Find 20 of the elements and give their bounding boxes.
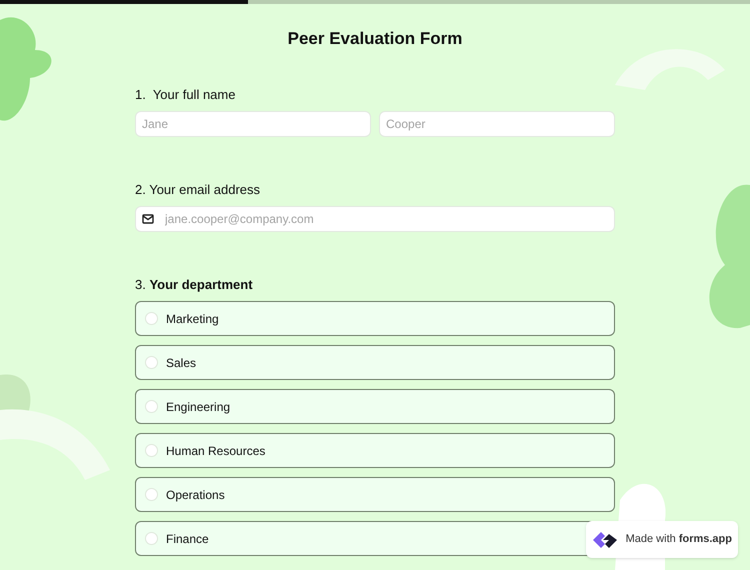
option-button[interactable]: Marketing (135, 301, 615, 336)
radio-icon (145, 312, 158, 325)
option-button[interactable]: Engineering (135, 389, 615, 424)
radio-icon (145, 400, 158, 413)
branding-toast[interactable]: Made with forms.app (586, 521, 738, 558)
form-title: Peer Evaluation Form (286, 28, 464, 50)
radio-icon (145, 488, 158, 501)
option-button[interactable]: Sales (135, 345, 615, 380)
text-field[interactable]: Jane (135, 111, 371, 137)
radio-icon (145, 444, 158, 457)
mail-icon (142, 214, 154, 224)
question-label: 3. Your department (135, 276, 254, 293)
option-button[interactable]: Operations (135, 477, 615, 512)
radio-icon (145, 532, 158, 545)
question-label: 2. Your email address (135, 181, 262, 198)
option-button[interactable]: Human Resources (135, 433, 615, 468)
text-field[interactable]: Cooper (379, 111, 615, 137)
radio-icon (145, 356, 158, 369)
question-label: 1. Your full name (135, 86, 236, 103)
email-field[interactable]: jane.cooper@company.com (135, 206, 615, 232)
